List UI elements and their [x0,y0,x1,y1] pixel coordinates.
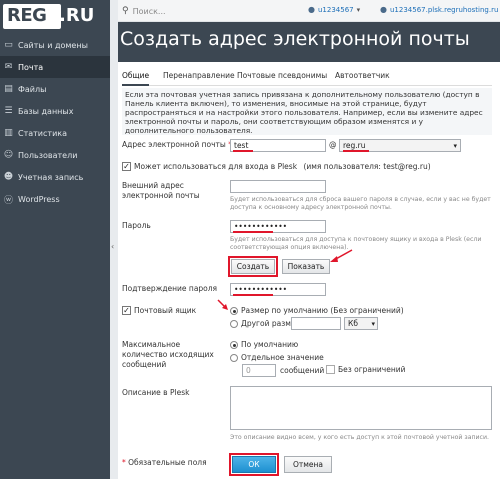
chevron-down-icon: ▾ [356,5,361,14]
sidebar: REG .RU ▭ Сайты и домены ✉ Почта ▤ Файлы… [0,0,110,479]
page-header: Создать адрес электронной почты [118,22,500,62]
plesk-login-user: (имя пользователя: test@reg.ru) [303,162,431,171]
max-messages-label: Максимальное количество исходящих сообще… [122,340,214,369]
wordpress-icon: ⓦ [3,195,13,206]
tab-forwarding[interactable]: Перенаправление [163,71,235,80]
chevron-down-icon: ▾ [371,320,375,328]
highlight-box [229,453,279,476]
folder-icon: ▤ [4,84,13,94]
max-custom-label: Отдельное значение [241,353,324,362]
users-icon: ☺ [3,150,14,160]
mailbox-default-label: Размер по умолчанию (Без ограничений) [241,306,404,315]
sidebar-item-label: Файлы [18,84,47,94]
user-name: u1234567 [317,5,354,14]
tab-bar: Общие Перенаправление Почтовые псевдоним… [122,68,492,86]
sidebar-item-mail[interactable]: ✉ Почта [0,56,110,78]
page-title: Создать адрес электронной почты [120,28,470,50]
plesk-login-label: Может использоваться для входа в Plesk (… [134,162,431,172]
tab-general[interactable]: Общие [122,71,150,86]
mailbox-default-radio[interactable] [230,307,238,315]
external-email-note: Будет использоваться для сброса вашего п… [230,196,491,211]
highlight-underline [233,150,253,152]
confirm-password-label: Подтверждение пароля [122,284,218,293]
password-note: Будет использоваться для доступа к почто… [230,236,482,251]
mailbox-label: Почтовый ящик [134,306,197,315]
max-messages-field[interactable]: 0 [242,364,276,377]
main-content: Общие Перенаправление Почтовые псевдоним… [118,62,500,479]
sidebar-item-label: Почта [18,62,44,72]
sidebar-item-account[interactable]: ☻ Учетная запись [0,166,110,188]
sidebar-item-files[interactable]: ▤ Файлы [0,78,110,100]
sidebar-item-databases[interactable]: ☰ Базы данных [0,100,110,122]
database-icon: ☰ [4,106,13,116]
top-bar: ⚲ Поиск... ● u1234567 ▾ ● u1234567.plsk.… [118,0,500,22]
reg-ru-logo[interactable]: REG .RU [3,4,103,29]
size-unit-select[interactable]: Кб ▾ [344,317,378,330]
user-menu[interactable]: ● u1234567 ▾ [308,5,360,14]
arrow-icon [330,249,353,262]
sidebar-item-label: WordPress [18,194,60,204]
chevron-left-icon: ‹ [111,242,115,251]
plesk-login-checkbox[interactable]: ✓ [122,162,131,171]
description-label: Описание в Plesk [122,388,190,397]
domain-select-value: reg.ru [343,141,366,150]
search-placeholder: Поиск... [132,6,166,16]
sidebar-collapse-handle[interactable]: ‹ [110,0,118,479]
sidebar-item-sites[interactable]: ▭ Сайты и домены [0,34,110,56]
plesk-login-text: Может использоваться для входа в Plesk [134,162,298,171]
user-icon: ● [308,5,315,14]
chevron-down-icon: ▾ [453,142,457,150]
password-label: Пароль [122,221,151,230]
messages-unit-label: сообщений [280,366,325,375]
email-label-text: Адрес электронной почты [122,140,226,149]
search-icon: ⚲ [122,6,129,16]
sidebar-item-label: Статистика [18,128,67,138]
search-input[interactable]: ⚲ Поиск... [122,4,272,18]
description-textarea[interactable] [230,386,492,430]
tab-aliases[interactable]: Почтовые псевдонимы [237,71,327,80]
required-fields-text: Обязательные поля [128,458,207,467]
arrow-icon [217,299,228,310]
sidebar-item-label: Учетная запись [18,172,84,182]
email-label: Адрес электронной почты * [122,140,232,150]
highlight-underline [343,150,369,152]
tab-autoresponder[interactable]: Автоответчик [335,71,390,80]
description-note: Это описание видно всем, у кого есть дос… [230,434,489,441]
unlimited-checkbox[interactable] [326,365,335,374]
required-mark: * [122,458,126,467]
sidebar-item-users[interactable]: ☺ Пользователи [0,144,110,166]
external-email-field[interactable] [230,180,326,193]
sidebar-item-label: Пользователи [18,150,78,160]
required-fields-note: * Обязательные поля [122,458,207,468]
domain-menu[interactable]: ● u1234567.plsk.regruhosting.ru ▾ [380,5,500,14]
sidebar-item-statistics[interactable]: ▥ Статистика [0,122,110,144]
logo-text-reg: REG [7,5,47,26]
logo-text-ru: .RU [59,5,95,26]
at-sign: @ [329,140,337,149]
mail-icon: ✉ [4,62,13,72]
max-custom-radio[interactable] [230,354,238,362]
mailbox-other-radio[interactable] [230,320,238,328]
highlight-underline [233,231,273,233]
external-email-label: Внешний адрес электронной почты [122,181,200,200]
sidebar-item-wordpress[interactable]: ⓦ WordPress [0,188,110,210]
mailbox-size-field[interactable] [291,317,341,330]
size-unit-value: Кб [348,319,358,328]
cancel-button[interactable]: Отмена [284,456,332,473]
highlight-underline [233,294,273,296]
domain-name: u1234567.plsk.regruhosting.ru [389,5,499,14]
info-message: Если эта почтовая учетная запись привяза… [122,88,492,135]
sidebar-item-label: Сайты и домены [18,40,88,50]
sidebar-item-label: Базы данных [18,106,74,116]
max-default-radio[interactable] [230,341,238,349]
unlimited-label: Без ограничений [338,365,406,374]
show-password-button[interactable]: Показать [282,259,330,274]
highlight-box [228,256,278,277]
max-default-label: По умолчанию [241,340,299,349]
globe-icon: ● [380,5,387,14]
chart-icon: ▥ [4,128,13,138]
mailbox-checkbox[interactable]: ✓ [122,306,131,315]
account-icon: ☻ [3,172,14,182]
monitor-icon: ▭ [4,40,13,50]
